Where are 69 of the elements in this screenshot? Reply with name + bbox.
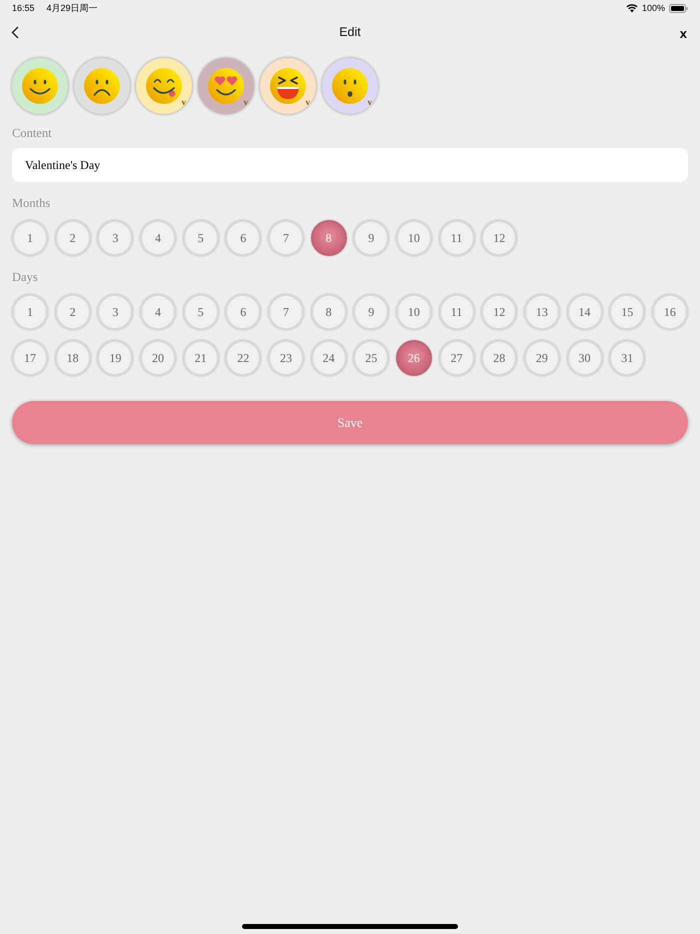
day-button[interactable]: 9 — [353, 294, 390, 330]
day-button[interactable]: 11 — [438, 294, 475, 330]
mood-button[interactable] — [74, 58, 130, 114]
month-button[interactable]: 11 — [438, 220, 475, 256]
back-button[interactable] — [9, 26, 21, 38]
day-button[interactable]: 27 — [438, 340, 475, 376]
day-button[interactable]: 24 — [310, 340, 347, 376]
day-button[interactable]: 1 — [12, 294, 48, 330]
month-button[interactable]: 9 — [353, 220, 390, 256]
day-button[interactable]: 14 — [566, 294, 603, 330]
day-button[interactable]: 3 — [97, 294, 134, 330]
wifi-icon — [626, 4, 638, 13]
content-label: Content — [12, 126, 53, 140]
month-button[interactable]: 3 — [97, 220, 134, 256]
month-button[interactable]: 2 — [54, 220, 91, 256]
status-time: 16:55 — [12, 2, 35, 15]
heart-eyes-face-icon — [208, 68, 244, 104]
day-button[interactable]: 4 — [140, 294, 176, 330]
page-title: Edit — [339, 24, 361, 41]
day-button[interactable]: 10 — [396, 294, 432, 330]
month-button[interactable]: 5 — [182, 220, 219, 256]
month-button[interactable]: 6 — [225, 220, 262, 256]
day-button[interactable]: 28 — [481, 340, 518, 376]
day-button[interactable]: 5 — [182, 294, 219, 330]
save-button[interactable]: Save — [12, 401, 688, 444]
day-button[interactable]: 26 — [396, 340, 432, 376]
day-button[interactable]: 15 — [609, 294, 646, 330]
day-button[interactable]: 29 — [524, 340, 560, 376]
days-label: Days — [12, 270, 39, 284]
day-button[interactable]: 7 — [268, 294, 304, 330]
month-button[interactable]: 4 — [140, 220, 176, 256]
mood-button[interactable]: v — [198, 58, 254, 114]
day-button[interactable]: 12 — [481, 294, 518, 330]
mood-button[interactable]: v — [260, 58, 316, 114]
day-button[interactable]: 17 — [12, 340, 48, 376]
month-button[interactable]: 12 — [481, 220, 518, 256]
day-button[interactable]: 19 — [97, 340, 134, 376]
close-button[interactable]: x — [678, 27, 688, 40]
status-date: 4月29日周一 — [46, 2, 98, 15]
mood-button[interactable] — [12, 58, 68, 114]
day-button[interactable]: 2 — [54, 294, 91, 330]
day-button[interactable]: 25 — [353, 340, 390, 376]
day-button[interactable]: 16 — [652, 294, 688, 330]
month-button[interactable]: 10 — [396, 220, 432, 256]
content-input[interactable]: Valentine's Day — [12, 148, 688, 182]
smiling-face-icon — [22, 68, 58, 104]
day-button[interactable]: 31 — [609, 340, 646, 376]
day-button[interactable]: 8 — [310, 294, 347, 330]
day-button[interactable]: 18 — [54, 340, 91, 376]
battery-percentage: 100% — [642, 2, 665, 15]
month-button[interactable]: 7 — [268, 220, 304, 256]
day-button[interactable]: 23 — [268, 340, 304, 376]
day-button[interactable]: 30 — [566, 340, 603, 376]
day-button[interactable]: 20 — [140, 340, 176, 376]
surprised-face-icon — [332, 68, 368, 104]
battery-icon — [669, 4, 688, 13]
mood-button[interactable]: v — [322, 58, 378, 114]
months-label: Months — [12, 196, 52, 210]
month-button[interactable]: 8 — [310, 220, 347, 256]
day-button[interactable]: 22 — [225, 340, 262, 376]
month-button[interactable]: 1 — [12, 220, 48, 256]
chevron-left-icon — [11, 26, 19, 38]
laughing-face-icon — [270, 68, 306, 104]
day-button[interactable]: 6 — [225, 294, 262, 330]
day-button[interactable]: 21 — [182, 340, 219, 376]
day-button[interactable]: 13 — [524, 294, 560, 330]
tongue-out-face-icon — [146, 68, 182, 104]
mood-button[interactable]: v — [136, 58, 192, 114]
frowning-face-icon — [84, 68, 120, 104]
